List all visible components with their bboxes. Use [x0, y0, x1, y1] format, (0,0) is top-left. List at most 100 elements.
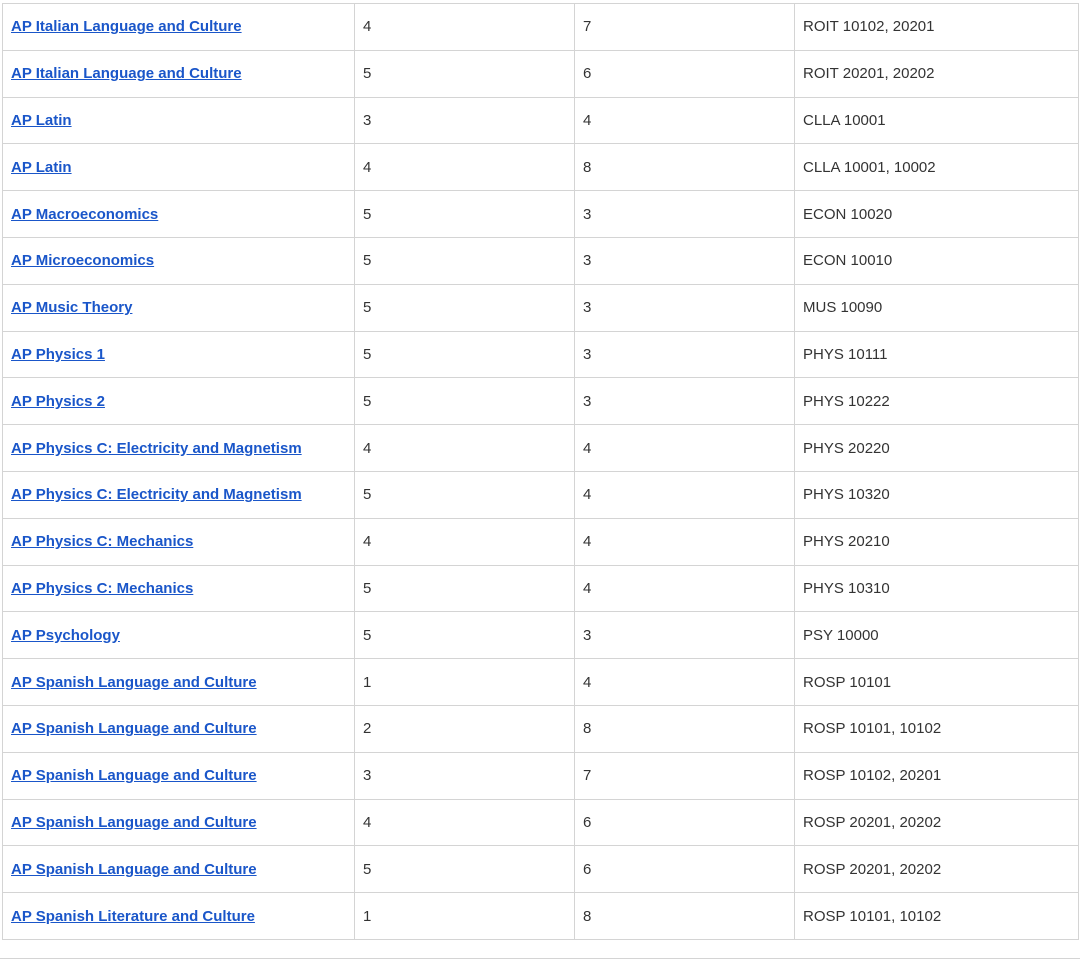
table-bottom-divider: [0, 958, 1080, 964]
exam-link[interactable]: AP Macroeconomics: [11, 206, 158, 223]
exam-link[interactable]: AP Physics 2: [11, 393, 105, 410]
exam-cell: AP Psychology: [2, 611, 355, 660]
exam-cell: AP Physics 1: [2, 330, 355, 379]
score-cell: 5: [354, 49, 575, 98]
exam-cell: AP Spanish Language and Culture: [2, 798, 355, 847]
courses-cell: PHYS 10222: [794, 377, 1079, 426]
exam-cell: AP Spanish Language and Culture: [2, 845, 355, 894]
exam-cell: AP Spanish Language and Culture: [2, 658, 355, 706]
courses-cell: ROSP 10101, 10102: [794, 892, 1079, 940]
exam-link[interactable]: AP Microeconomics: [11, 252, 154, 269]
ap-credit-table: AP Italian Language and Culture 4 7 ROIT 10…: [2, 3, 1079, 940]
table-row: AP Physics C: Electricity and Magnetism 4…: [2, 424, 1079, 472]
exam-link[interactable]: AP Physics C: Electricity and Magnetism: [11, 486, 302, 503]
table-row: AP Spanish Language and Culture 3 7 ROSP 10…: [2, 751, 1079, 800]
exam-link[interactable]: AP Latin: [11, 112, 72, 129]
exam-link[interactable]: AP Physics C: Mechanics: [11, 580, 193, 597]
score-cell: 5: [354, 190, 575, 238]
exam-link[interactable]: AP Physics C: Electricity and Magnetism: [11, 440, 302, 457]
score-cell: 4: [354, 3, 575, 51]
score-cell: 4: [354, 517, 575, 566]
table-row: AP Spanish Language and Culture 1 4 ROSP 10…: [2, 658, 1079, 706]
exam-cell: AP Physics C: Mechanics: [2, 517, 355, 566]
exam-link[interactable]: AP Italian Language and Culture: [11, 18, 242, 35]
courses-cell: CLLA 10001, 10002: [794, 143, 1079, 192]
exam-link[interactable]: AP Spanish Language and Culture: [11, 674, 257, 691]
table-row: AP Physics 1 5 3 PHYS 10111: [2, 330, 1079, 379]
score-cell: 5: [354, 845, 575, 894]
score-cell: 5: [354, 330, 575, 379]
credits-cell: 3: [574, 611, 795, 660]
credits-cell: 3: [574, 377, 795, 426]
score-cell: 3: [354, 751, 575, 800]
table-row: AP Microeconomics 5 3 ECON 10010: [2, 236, 1079, 285]
exam-link[interactable]: AP Music Theory: [11, 299, 132, 316]
table-row: AP Latin 3 4 CLLA 10001: [2, 96, 1079, 145]
exam-link[interactable]: AP Spanish Language and Culture: [11, 814, 257, 831]
credits-cell: 4: [574, 424, 795, 472]
score-cell: 1: [354, 658, 575, 706]
courses-cell: ROIT 20201, 20202: [794, 49, 1079, 98]
table-row: AP Physics 2 5 3 PHYS 10222: [2, 377, 1079, 426]
exam-link[interactable]: AP Psychology: [11, 627, 120, 644]
exam-link[interactable]: AP Spanish Language and Culture: [11, 861, 257, 878]
courses-cell: PHYS 10320: [794, 470, 1079, 519]
exam-cell: AP Microeconomics: [2, 236, 355, 285]
exam-link[interactable]: AP Spanish Language and Culture: [11, 767, 257, 784]
credits-cell: 4: [574, 658, 795, 706]
score-cell: 1: [354, 892, 575, 940]
score-cell: 5: [354, 470, 575, 519]
credits-cell: 4: [574, 564, 795, 613]
credits-cell: 4: [574, 517, 795, 566]
credits-cell: 3: [574, 283, 795, 332]
exam-link[interactable]: AP Physics 1: [11, 346, 105, 363]
credits-cell: 7: [574, 3, 795, 51]
courses-cell: ROSP 20201, 20202: [794, 798, 1079, 847]
courses-cell: ROSP 20201, 20202: [794, 845, 1079, 894]
table-row: AP Spanish Language and Culture 2 8 ROSP 10…: [2, 704, 1079, 753]
exam-cell: AP Latin: [2, 143, 355, 192]
ap-credit-table-container: AP Italian Language and Culture 4 7 ROIT 10…: [2, 3, 1079, 940]
table-body: AP Italian Language and Culture 4 7 ROIT 10…: [2, 3, 1079, 940]
courses-cell: ROIT 10102, 20201: [794, 3, 1079, 51]
courses-cell: ROSP 10101, 10102: [794, 704, 1079, 753]
exam-link[interactable]: AP Italian Language and Culture: [11, 65, 242, 82]
exam-cell: AP Italian Language and Culture: [2, 3, 355, 51]
table-row: AP Spanish Language and Culture 5 6 ROSP 20…: [2, 845, 1079, 894]
credits-cell: 3: [574, 330, 795, 379]
credits-cell: 3: [574, 190, 795, 238]
table-row: AP Italian Language and Culture 5 6 ROIT 20…: [2, 49, 1079, 98]
credits-cell: 3: [574, 236, 795, 285]
exam-link[interactable]: AP Spanish Language and Culture: [11, 720, 257, 737]
courses-cell: ECON 10020: [794, 190, 1079, 238]
score-cell: 4: [354, 424, 575, 472]
credits-cell: 6: [574, 798, 795, 847]
table-row: AP Spanish Literature and Culture 1 8 ROSP …: [2, 892, 1079, 940]
table-row: AP Italian Language and Culture 4 7 ROIT 10…: [2, 3, 1079, 51]
credits-cell: 8: [574, 143, 795, 192]
courses-cell: ROSP 10102, 20201: [794, 751, 1079, 800]
credits-cell: 6: [574, 49, 795, 98]
table-row: AP Physics C: Mechanics 4 4 PHYS 20210: [2, 517, 1079, 566]
exam-link[interactable]: AP Physics C: Mechanics: [11, 533, 193, 550]
credits-cell: 4: [574, 470, 795, 519]
table-row: AP Psychology 5 3 PSY 10000: [2, 611, 1079, 660]
table-row: AP Physics C: Mechanics 5 4 PHYS 10310: [2, 564, 1079, 613]
courses-cell: CLLA 10001: [794, 96, 1079, 145]
score-cell: 4: [354, 798, 575, 847]
score-cell: 5: [354, 611, 575, 660]
exam-cell: AP Italian Language and Culture: [2, 49, 355, 98]
courses-cell: MUS 10090: [794, 283, 1079, 332]
exam-cell: AP Spanish Literature and Culture: [2, 892, 355, 940]
score-cell: 5: [354, 236, 575, 285]
score-cell: 3: [354, 96, 575, 145]
courses-cell: PHYS 20220: [794, 424, 1079, 472]
courses-cell: PSY 10000: [794, 611, 1079, 660]
courses-cell: PHYS 10111: [794, 330, 1079, 379]
exam-cell: AP Music Theory: [2, 283, 355, 332]
exam-cell: AP Physics 2: [2, 377, 355, 426]
score-cell: 5: [354, 564, 575, 613]
exam-link[interactable]: AP Spanish Literature and Culture: [11, 908, 255, 925]
table-row: AP Spanish Language and Culture 4 6 ROSP 20…: [2, 798, 1079, 847]
exam-link[interactable]: AP Latin: [11, 159, 72, 176]
